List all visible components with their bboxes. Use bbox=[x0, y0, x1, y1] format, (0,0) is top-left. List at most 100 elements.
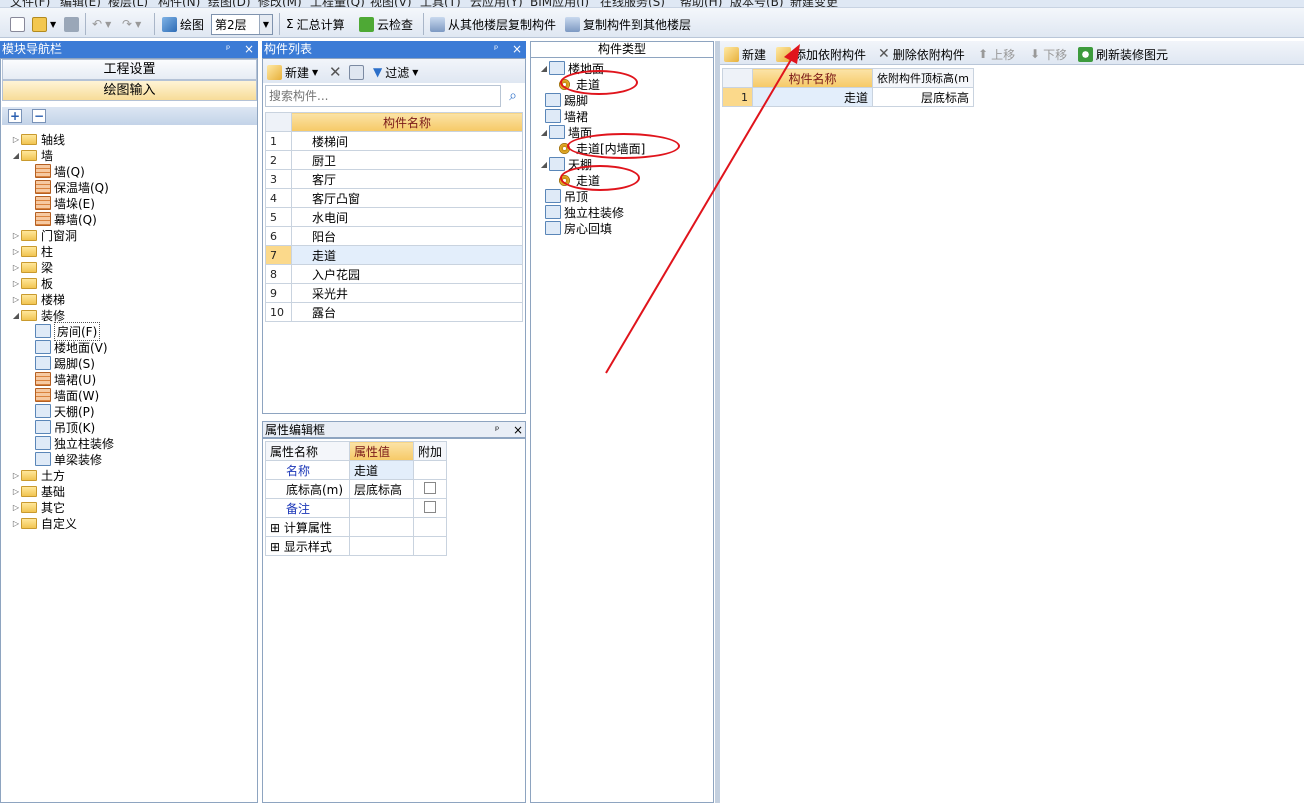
component-name-cell[interactable]: 采光井 bbox=[291, 283, 523, 303]
expanded-arrow-icon[interactable]: ◢ bbox=[539, 160, 549, 169]
attach-col-height[interactable]: 依附构件顶标高(m bbox=[871, 68, 975, 88]
new-component-button[interactable]: 新建 ▼ bbox=[267, 62, 318, 82]
new-file-button[interactable] bbox=[10, 14, 25, 34]
tree-item[interactable]: 单梁装修 bbox=[35, 451, 102, 467]
tree-item[interactable]: 保温墙(Q) bbox=[35, 179, 109, 195]
tree-item[interactable]: ▷ 柱 bbox=[11, 243, 53, 259]
tree-item[interactable]: ▷ 基础 bbox=[11, 483, 65, 499]
menu-new-change[interactable]: 新建变更 bbox=[790, 0, 838, 7]
menu-bim[interactable]: BIM应用(I) bbox=[530, 0, 589, 7]
collapsed-arrow-icon[interactable]: ▷ bbox=[11, 247, 21, 256]
component-name-cell[interactable]: 楼梯间 bbox=[291, 131, 523, 151]
table-row[interactable]: 3 客厅 bbox=[265, 169, 523, 189]
collapsed-arrow-icon[interactable]: ▷ bbox=[11, 487, 21, 496]
menu-version[interactable]: 版本号(B) bbox=[730, 0, 784, 7]
copy-component-button[interactable] bbox=[349, 62, 364, 82]
table-row[interactable]: 7 走道 bbox=[265, 245, 523, 265]
property-row[interactable]: ⊞ 计算属性 bbox=[265, 517, 448, 537]
expand-plus-icon[interactable]: ⊞ bbox=[270, 521, 284, 535]
property-value-cell[interactable]: 层底标高 bbox=[349, 479, 414, 499]
menu-cloud[interactable]: 云应用(Y) bbox=[470, 0, 523, 7]
collapsed-arrow-icon[interactable]: ▷ bbox=[11, 135, 21, 144]
collapsed-arrow-icon[interactable]: ▷ bbox=[11, 231, 21, 240]
menu-edit[interactable]: 编辑(E) bbox=[60, 0, 101, 7]
type-tree-item[interactable]: 独立柱装修 bbox=[545, 204, 624, 220]
collapse-all-button[interactable]: − bbox=[32, 109, 46, 123]
close-icon[interactable]: × bbox=[244, 41, 254, 58]
attach-row[interactable]: 1 走道 层底标高 bbox=[722, 87, 975, 107]
table-row[interactable]: 9 采光井 bbox=[265, 283, 523, 303]
attach-height-cell[interactable]: 层底标高 bbox=[871, 87, 975, 107]
table-row[interactable]: 8 入户花园 bbox=[265, 264, 523, 284]
move-down-button[interactable]: ⬇ 下移 bbox=[1030, 44, 1067, 64]
property-value-cell[interactable] bbox=[349, 517, 414, 537]
menu-modify[interactable]: 修改(M) bbox=[258, 0, 302, 7]
expanded-arrow-icon[interactable]: ◢ bbox=[11, 151, 21, 160]
attach-col-name[interactable]: 构件名称 bbox=[752, 68, 873, 88]
table-row[interactable]: 4 客厅凸窗 bbox=[265, 188, 523, 208]
property-row[interactable]: 备注 bbox=[265, 498, 448, 518]
draw-button[interactable]: 绘图 bbox=[162, 14, 204, 34]
tree-item[interactable]: 独立柱装修 bbox=[35, 435, 114, 451]
type-tree-item[interactable]: 墙裙 bbox=[545, 108, 588, 124]
tree-item[interactable]: ▷ 土方 bbox=[11, 467, 65, 483]
close-icon[interactable]: × bbox=[512, 41, 522, 58]
tree-item[interactable]: 天棚(P) bbox=[35, 403, 95, 419]
property-value-cell[interactable] bbox=[349, 536, 414, 556]
property-value-cell[interactable]: 走道 bbox=[349, 460, 414, 480]
column-header-name[interactable]: 构件名称 bbox=[291, 112, 523, 132]
component-name-cell[interactable]: 客厅凸窗 bbox=[291, 188, 523, 208]
project-settings-button[interactable]: 工程设置 bbox=[2, 59, 257, 80]
attach-checkbox[interactable] bbox=[424, 500, 436, 513]
component-search-input[interactable] bbox=[265, 85, 501, 107]
collapsed-arrow-icon[interactable]: ▷ bbox=[11, 263, 21, 272]
filter-button[interactable]: ▼ 过滤 ▼ bbox=[373, 62, 418, 82]
table-row[interactable]: 5 水电间 bbox=[265, 207, 523, 227]
property-row[interactable]: 名称 走道 bbox=[265, 460, 448, 480]
collapsed-arrow-icon[interactable]: ▷ bbox=[11, 503, 21, 512]
tree-item[interactable]: 吊顶(K) bbox=[35, 419, 95, 435]
menu-component[interactable]: 构件(N) bbox=[158, 0, 200, 7]
redo-button[interactable]: ↷ ▼ bbox=[122, 14, 141, 34]
copy-to-floor-button[interactable]: 复制构件到其他楼层 bbox=[565, 14, 691, 34]
tree-item[interactable]: 墙面(W) bbox=[35, 387, 99, 403]
menu-quantity[interactable]: 工程量(Q) bbox=[310, 0, 365, 7]
menu-view[interactable]: 视图(V) bbox=[370, 0, 412, 7]
expand-all-button[interactable]: + bbox=[8, 109, 22, 123]
table-row[interactable]: 6 阳台 bbox=[265, 226, 523, 246]
expanded-arrow-icon[interactable]: ◢ bbox=[539, 128, 549, 137]
undo-button[interactable]: ↶ ▼ bbox=[92, 14, 111, 34]
menu-floor[interactable]: 楼层(L) bbox=[108, 0, 148, 7]
component-name-cell[interactable]: 厨卫 bbox=[291, 150, 523, 170]
table-row[interactable]: 2 厨卫 bbox=[265, 150, 523, 170]
type-tree-item[interactable]: 房心回填 bbox=[545, 220, 612, 236]
tree-item[interactable]: 幕墙(Q) bbox=[35, 211, 97, 227]
collapsed-arrow-icon[interactable]: ▷ bbox=[11, 295, 21, 304]
menu-tools[interactable]: 工具(T) bbox=[420, 0, 461, 7]
table-row[interactable]: 10 露台 bbox=[265, 302, 523, 322]
delete-attached-component-button[interactable]: ✕ 删除依附构件 bbox=[878, 44, 965, 64]
type-tree-item[interactable]: 踢脚 bbox=[545, 92, 588, 108]
refresh-decoration-button[interactable]: 刷新装修图元 bbox=[1078, 44, 1168, 64]
tree-item[interactable]: ▷ 楼梯 bbox=[11, 291, 65, 307]
close-icon[interactable]: × bbox=[513, 422, 523, 439]
component-name-cell[interactable]: 水电间 bbox=[291, 207, 523, 227]
menu-draw[interactable]: 绘图(D) bbox=[208, 0, 251, 7]
component-name-cell[interactable]: 客厅 bbox=[291, 169, 523, 189]
type-tree-item[interactable]: 吊顶 bbox=[545, 188, 588, 204]
property-row[interactable]: 底标高(m) 层底标高 bbox=[265, 479, 448, 499]
menu-file[interactable]: 文件(F) bbox=[10, 0, 50, 7]
collapsed-arrow-icon[interactable]: ▷ bbox=[11, 279, 21, 288]
attach-checkbox[interactable] bbox=[424, 481, 436, 494]
component-name-cell[interactable]: 露台 bbox=[291, 302, 523, 322]
splitter[interactable] bbox=[715, 41, 720, 803]
expanded-arrow-icon[interactable]: ◢ bbox=[11, 311, 21, 320]
tree-item[interactable]: ◢ 墙 bbox=[11, 147, 53, 163]
tree-item[interactable]: ▷ 门窗洞 bbox=[11, 227, 77, 243]
tree-item[interactable]: ▷ 板 bbox=[11, 275, 53, 291]
copy-from-floor-button[interactable]: 从其他楼层复制构件 bbox=[430, 14, 556, 34]
draw-input-button[interactable]: 绘图输入 bbox=[2, 80, 257, 101]
tree-item[interactable]: ▷ 梁 bbox=[11, 259, 53, 275]
chevron-down-icon[interactable]: ▼ bbox=[259, 15, 272, 34]
collapsed-arrow-icon[interactable]: ▷ bbox=[11, 519, 21, 528]
